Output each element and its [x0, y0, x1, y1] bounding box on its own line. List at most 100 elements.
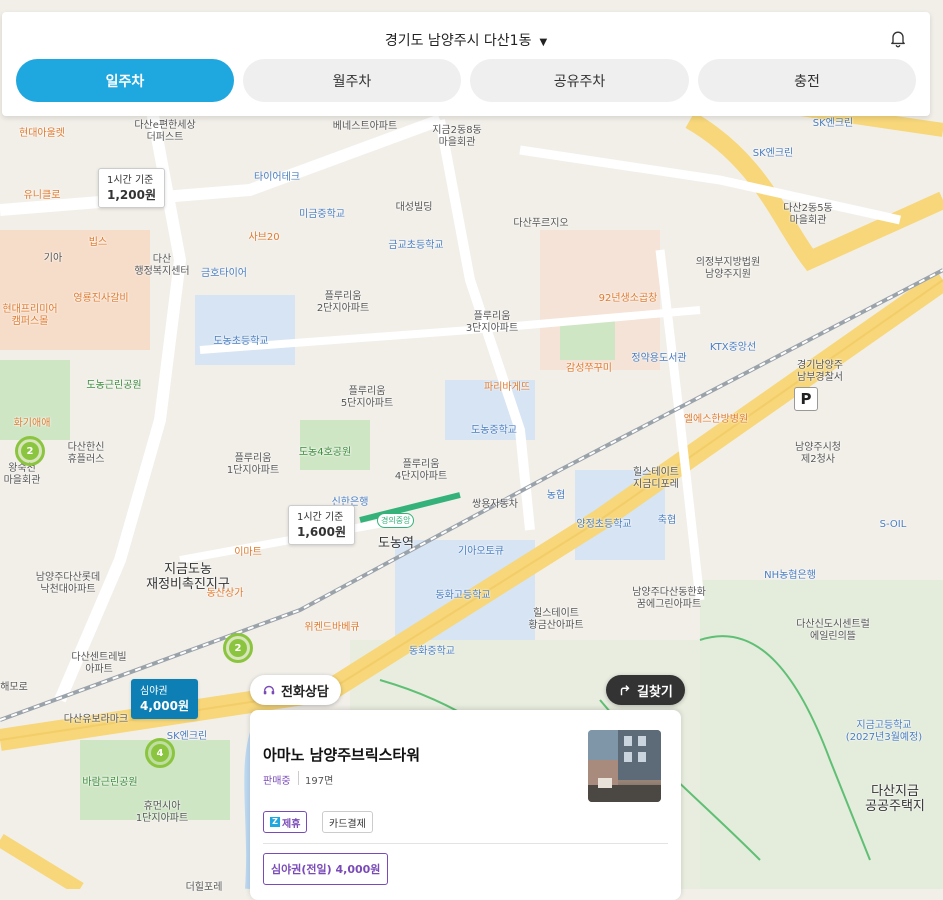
- tab-shared[interactable]: 공유주차: [470, 59, 689, 102]
- location-text: 경기도 남양주시 다산1동: [384, 33, 532, 49]
- map-label: 남양주시청 제2청사: [795, 442, 841, 465]
- top-panel: 경기도 남양주시 다산1동 ▼ 일주차 월주차 공유주차 충전: [2, 12, 930, 116]
- price-marker-value: 1,600원: [297, 525, 346, 539]
- price-marker-value: 1,200원: [107, 188, 156, 202]
- map-label: 지금2동8동 마을회관: [432, 125, 482, 148]
- cluster-marker[interactable]: 4: [145, 738, 175, 768]
- price-marker-title: 심야권: [140, 686, 168, 697]
- map-label: 기아: [43, 253, 63, 264]
- tab-charging[interactable]: 충전: [698, 59, 916, 102]
- location-selector[interactable]: 경기도 남양주시 다산1동 ▼: [2, 30, 930, 50]
- map-label: 미금중학교: [299, 209, 345, 220]
- price-marker-title: 1시간 기준: [107, 175, 154, 186]
- map-label: 다산유보라마크: [63, 714, 129, 725]
- map-label: 양정초등학교: [576, 519, 632, 530]
- map-label: 남양주다산동한화 꿈에그린아파트: [632, 587, 706, 610]
- map-label: 기아오토큐: [458, 546, 504, 557]
- map-label: 엘에스한방병원: [683, 414, 749, 425]
- map-label: 다산 행정복지센터: [134, 254, 190, 277]
- card-payment-tag: 카드결제: [322, 811, 373, 833]
- parking-photo[interactable]: [588, 730, 661, 802]
- z-logo-icon: Z: [270, 817, 280, 827]
- map-label: 플루리움 3단지아파트: [465, 311, 519, 334]
- price-marker[interactable]: 1시간 기준 1,200원: [98, 168, 165, 208]
- map-label: 화기애애: [13, 418, 51, 429]
- map-label: 다산한신 휴플러스: [67, 442, 105, 465]
- map-label: 타이어테크: [254, 172, 300, 183]
- cluster-marker[interactable]: 2: [15, 436, 45, 466]
- partner-tag: Z 제휴: [263, 811, 308, 833]
- tab-monthly[interactable]: 월주차: [243, 59, 461, 102]
- map-label: 힐스테이트 황금산아파트: [528, 608, 584, 631]
- map-label: 남양주다산롯데 낙천대아파트: [35, 572, 101, 595]
- map-label: 축협: [657, 515, 677, 526]
- map-label: 현대프리미어 캠퍼스몰: [2, 304, 58, 327]
- map-label: 동화고등학교: [435, 590, 491, 601]
- map-label: 해모로: [0, 682, 28, 693]
- map-label: 베네스트아파트: [332, 121, 398, 132]
- divider: [298, 771, 299, 785]
- cluster-count: 4: [151, 744, 169, 762]
- map-label: 의정부지방법원 남양주지원: [695, 257, 761, 280]
- map-label: 감성쭈꾸미: [566, 363, 612, 374]
- map-label: 정약용도서관: [631, 353, 687, 364]
- chevron-down-icon: ▼: [539, 37, 548, 48]
- map-label: 도농역: [378, 536, 414, 551]
- cluster-count: 2: [229, 639, 247, 657]
- map-label: 플루리움 1단지아파트: [226, 453, 280, 476]
- map-label: 도농중학교: [471, 425, 517, 436]
- map-label: 왕숙천 마을회관: [3, 463, 41, 486]
- map-label: 힐스테이트 지금디포레: [633, 467, 679, 490]
- map-label: 다산신도시센트럴 에일린의뜰: [796, 619, 870, 642]
- map-label: 다산센트레빌 아파트: [71, 652, 127, 675]
- call-button[interactable]: 전화상담: [250, 675, 341, 705]
- route-button-label: 길찾기: [637, 684, 673, 700]
- partner-tag-label: 제휴: [282, 818, 301, 830]
- price-marker[interactable]: 1시간 기준 1,600원: [288, 505, 355, 545]
- map-label: 다산e편한세상 더퍼스트: [134, 120, 196, 143]
- map-label: 도농초등학교: [213, 336, 269, 347]
- map-label: 휴먼시아 1단지아파트: [135, 801, 189, 824]
- map-label: 도농근린공원: [86, 380, 142, 391]
- parking-marker[interactable]: P: [794, 387, 818, 411]
- map-label: SK엔크린: [752, 148, 794, 159]
- map-label: 바람근린공원: [82, 777, 138, 788]
- map-label: 플루리움 4단지아파트: [394, 459, 448, 482]
- ticket-option[interactable]: 심야권(전일) 4,000원: [263, 853, 389, 885]
- map-label: 파리바게뜨: [484, 382, 530, 393]
- map-label: 92년생소곱창: [598, 293, 658, 304]
- map-label: 도농4호공원: [298, 447, 352, 458]
- photo-image: [588, 730, 661, 802]
- station-badge: 경의중앙: [377, 513, 415, 528]
- map-label: KTX중앙선: [709, 342, 757, 353]
- map-label: 현대아울렛: [19, 128, 65, 139]
- map-label: SK엔크린: [812, 118, 854, 129]
- map-label: 경기남양주 남부경찰서: [797, 360, 843, 383]
- map-label: 다산지금 공공주택지: [865, 784, 925, 814]
- map-label: 쌍용자동차: [472, 499, 518, 510]
- route-button[interactable]: 길찾기: [606, 675, 685, 705]
- space-count: 197면: [305, 776, 334, 787]
- map-label: 사브20: [248, 232, 280, 243]
- map-label: 다산푸르지오: [513, 218, 569, 229]
- map-label: 위켄드바베큐: [304, 622, 360, 633]
- map-label: SK엔크린: [166, 731, 208, 742]
- map-label: NH농협은행: [764, 570, 816, 581]
- tab-daily[interactable]: 일주차: [16, 59, 234, 102]
- map-label: S-OIL: [879, 519, 907, 530]
- map-label: 다산2동5동 마을회관: [783, 203, 833, 226]
- map-label: 동산상가: [206, 588, 244, 599]
- divider: [263, 843, 668, 844]
- bell-icon[interactable]: [888, 28, 908, 48]
- map-label: 농협: [546, 490, 566, 501]
- price-marker-title: 1시간 기준: [297, 512, 344, 523]
- sale-status: 판매중: [263, 776, 291, 787]
- price-marker-value: 4,000원: [140, 699, 189, 713]
- price-marker-selected[interactable]: 심야권 4,000원: [131, 679, 198, 719]
- map-label: 동화중학교: [409, 646, 455, 657]
- map-label: 금교초등학교: [388, 240, 444, 251]
- cluster-marker[interactable]: 2: [223, 633, 253, 663]
- map-label: 플루리움 5단지아파트: [340, 386, 394, 409]
- parking-info-card[interactable]: 아마노 남양주브릭스타워 판매중 197면 Z 제휴 카드결제 심야권(전일) 4…: [250, 710, 681, 900]
- map-label: 이마트: [234, 547, 262, 558]
